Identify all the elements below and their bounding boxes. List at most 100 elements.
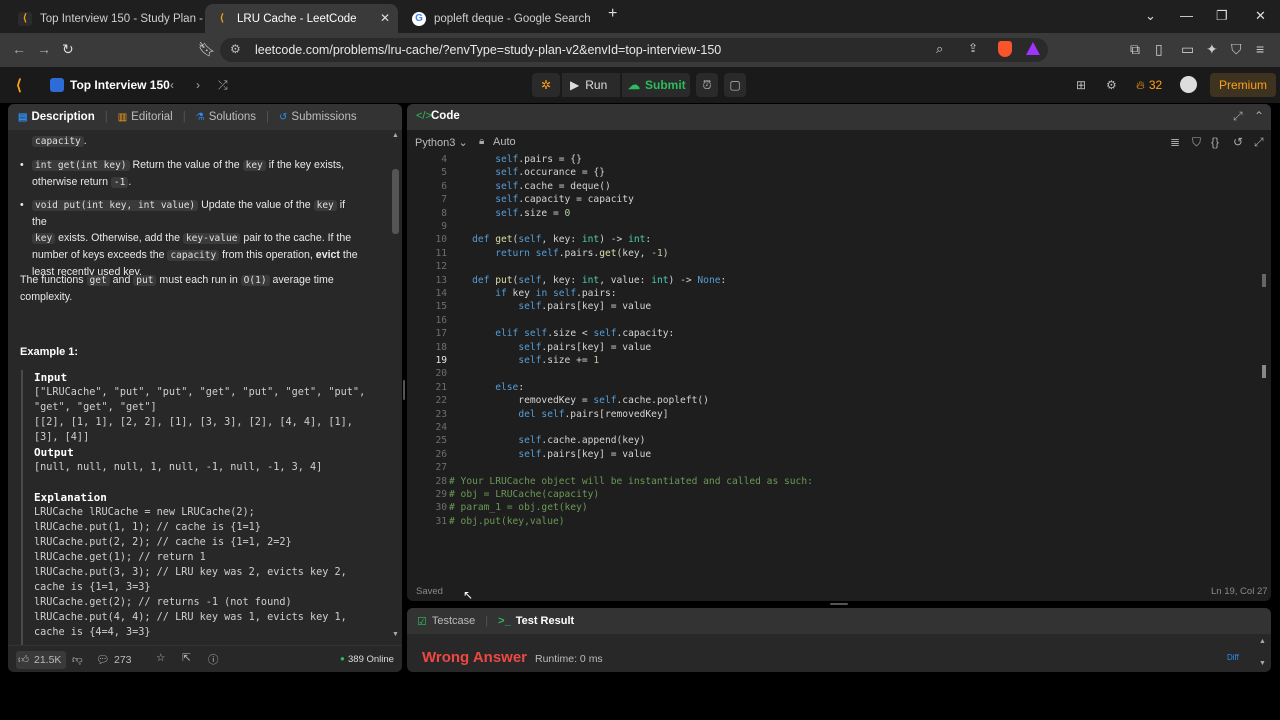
code-line[interactable]: self.cache.append(key) (449, 435, 645, 446)
code-line[interactable]: # param_1 = obj.get(key) (449, 502, 588, 513)
settings-gear-icon[interactable]: ⚙︎ (1106, 73, 1117, 97)
code-line[interactable]: self.pairs[key] = value (449, 301, 651, 312)
premium-button[interactable]: Premium (1210, 73, 1277, 97)
extensions-icon[interactable]: ⧉ (1130, 41, 1140, 58)
tab-test-result[interactable]: >_ Test Result (498, 615, 574, 627)
braces-icon[interactable]: {} (1211, 135, 1219, 149)
submit-button[interactable]: ☁ Submit (622, 73, 690, 97)
browser-tab-google-search[interactable]: G popleft deque - Google Search (402, 4, 598, 33)
prev-problem-icon[interactable]: ‹ (170, 73, 174, 97)
reset-code-icon[interactable]: ↺ (1233, 135, 1243, 149)
code-line[interactable]: if key in self.pairs: (449, 288, 616, 299)
layout-grid-icon[interactable]: ⊞ (1076, 73, 1086, 97)
code-line[interactable]: # obj = LRUCache(capacity) (449, 489, 599, 500)
code-line[interactable]: self.occurance = {} (449, 167, 605, 178)
star-favorite-icon[interactable]: ☆ (156, 652, 165, 664)
next-problem-icon[interactable]: › (196, 73, 200, 97)
sidebar-icon[interactable]: ▯ (1155, 41, 1163, 58)
panel-resize-handle[interactable] (830, 603, 848, 605)
scroll-up-icon[interactable]: ▲ (392, 132, 399, 139)
brave-shields-icon[interactable] (998, 41, 1012, 57)
url-text[interactable]: leetcode.com/problems/lru-cache/?envType… (255, 43, 721, 57)
vpn-icon[interactable]: ⛉ (1231, 41, 1242, 58)
thumbs-down-icon[interactable]: 👎︎ (72, 653, 83, 666)
site-settings-icon[interactable]: ⚙︎ (230, 42, 241, 56)
panel-resize-handle[interactable] (403, 380, 405, 400)
tab-list-chevron-icon[interactable]: ⌄ (1145, 8, 1156, 24)
share-link-icon[interactable]: ⇱ (182, 652, 191, 664)
code-line[interactable]: self.cache = deque() (449, 181, 611, 192)
maximize-icon[interactable]: ❐ (1216, 8, 1228, 24)
code-line[interactable]: return self.pairs.get(key, -1) (449, 248, 668, 259)
description-scrollbar[interactable]: ▲ ▼ (392, 132, 400, 639)
notes-icon[interactable]: ▢ (724, 73, 746, 97)
code-line[interactable]: # Your LRUCache object will be instantia… (449, 476, 813, 487)
streak-counter[interactable]: 🔥︎ 32 (1136, 73, 1162, 97)
reload-icon[interactable]: ↻ (62, 41, 74, 58)
scroll-down-icon[interactable]: ▼ (1259, 660, 1266, 667)
format-lines-icon[interactable]: ≣ (1170, 135, 1180, 149)
bookmark-icon[interactable]: ⛉ (1192, 135, 1201, 150)
debug-icon[interactable]: ✲ (532, 73, 560, 97)
bookmark-icon[interactable]: 🔖︎ (198, 41, 216, 58)
text: pair to the cache. If the (240, 232, 352, 244)
tab-description[interactable]: ▤ Description (18, 111, 95, 123)
editor-scroll-thumb[interactable] (1262, 365, 1266, 378)
code-line[interactable]: self.pairs = {} (449, 154, 582, 165)
scroll-thumb[interactable] (392, 169, 399, 234)
autocomplete-mode[interactable]: Auto (493, 136, 516, 148)
avatar[interactable] (1180, 76, 1197, 93)
minimize-icon[interactable]: — (1180, 8, 1193, 23)
timer-icon[interactable]: ⏰︎ (696, 73, 718, 97)
wallet-icon[interactable]: ▭ (1181, 41, 1194, 58)
tab-submissions[interactable]: ↺ Submissions (279, 111, 357, 123)
tab-editorial[interactable]: ▥ Editorial (118, 111, 173, 123)
close-window-icon[interactable]: ✕ (1255, 8, 1266, 24)
thumbs-up-icon[interactable]: 👍︎ (18, 653, 29, 666)
forward-arrow-icon[interactable]: → (37, 41, 51, 57)
example-line: [3], [4]] (34, 432, 90, 443)
code-line[interactable]: self.pairs[key] = value (449, 342, 651, 353)
leo-ai-icon[interactable]: ✦ (1206, 41, 1218, 58)
code-line[interactable]: # obj.put(key,value) (449, 516, 565, 527)
comment-icon[interactable]: 💬︎ (96, 653, 109, 666)
leetcode-logo-icon[interactable]: ⟨ (16, 73, 22, 97)
diff-toggle[interactable]: Diff (1227, 653, 1239, 662)
language-select[interactable]: Python3 ⌄ (415, 136, 468, 149)
scroll-up-icon[interactable]: ▲ (1259, 638, 1266, 645)
scroll-down-icon[interactable]: ▼ (392, 631, 399, 638)
code-line[interactable]: self.capacity = capacity (449, 194, 634, 205)
brave-rewards-icon[interactable] (1026, 42, 1040, 55)
collapse-chevron-icon[interactable]: ⌃ (1254, 109, 1264, 123)
menu-icon[interactable]: ≡ (1256, 41, 1264, 57)
help-icon[interactable]: ⓘ (208, 652, 219, 667)
new-tab-plus-icon[interactable]: + (608, 5, 617, 23)
run-button[interactable]: ▶ Run (562, 73, 620, 97)
code-line[interactable]: self.size += 1 (449, 355, 599, 366)
tab-testcase[interactable]: ☑ Testcase (417, 615, 475, 628)
tab-solutions[interactable]: ⚗︎ Solutions (196, 111, 256, 123)
browser-tab-study-plan[interactable]: ⟨ Top Interview 150 - Study Plan - Lee (8, 4, 204, 33)
code-line[interactable]: self.size = 0 (449, 208, 570, 219)
share-icon[interactable]: ⇪ (968, 41, 978, 55)
inline-code: key (313, 200, 337, 211)
code-line[interactable]: else: (449, 382, 524, 393)
back-arrow-icon[interactable]: ← (12, 41, 26, 57)
tab-divider: | (266, 111, 270, 123)
close-tab-icon[interactable]: ✕ (380, 11, 390, 25)
inline-code: capacity (167, 250, 220, 261)
code-line[interactable]: del self.pairs[removedKey] (449, 409, 668, 420)
editor-scroll-marker[interactable] (1262, 274, 1266, 287)
omnibox[interactable]: ⚙︎ leetcode.com/problems/lru-cache/?envT… (220, 38, 1048, 62)
study-plan-link[interactable]: Top Interview 150 (50, 73, 170, 97)
browser-tab-lru-cache[interactable]: ⟨ LRU Cache - LeetCode ✕ (205, 4, 398, 33)
code-line[interactable]: self.pairs[key] = value (449, 449, 651, 460)
code-line[interactable]: removedKey = self.cache.popleft() (449, 395, 709, 406)
fullscreen-icon[interactable]: ⤢ (1233, 109, 1243, 124)
expand-icon[interactable]: ⤢ (1254, 135, 1264, 150)
code-line[interactable]: elif self.size < self.capacity: (449, 328, 674, 339)
zoom-search-icon[interactable]: ⌕ (936, 41, 943, 57)
code-line[interactable]: def put(self, key: int, value: int) -> N… (449, 275, 726, 286)
code-line[interactable]: def get(self, key: int) -> int: (449, 234, 651, 245)
shuffle-icon[interactable]: ⤮ (218, 73, 228, 97)
